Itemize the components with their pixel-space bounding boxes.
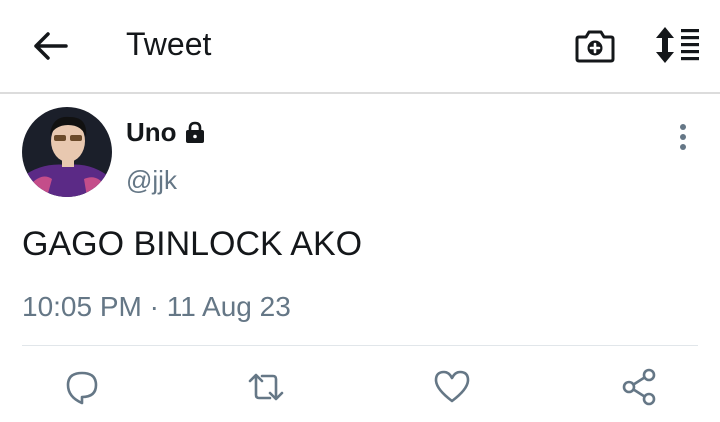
page-title: Tweet: [126, 26, 212, 62]
back-button[interactable]: [30, 26, 70, 66]
divider: [22, 345, 698, 346]
tweet-text: GAGO BINLOCK AKO: [22, 225, 363, 263]
like-icon: [434, 370, 470, 403]
more-options-button[interactable]: [672, 122, 694, 154]
camera-button[interactable]: [573, 24, 617, 68]
lock-icon: [185, 121, 204, 143]
retweet-button[interactable]: [246, 367, 286, 407]
author-name-row: Uno: [126, 115, 207, 149]
share-icon: [622, 368, 656, 406]
display-name[interactable]: Uno: [126, 115, 177, 149]
avatar[interactable]: [22, 107, 112, 197]
timestamp-separator: ·: [149, 291, 159, 322]
camera-add-icon: [575, 30, 615, 63]
arrow-left-icon: [34, 32, 68, 60]
app-bar: Tweet: [0, 0, 720, 94]
user-handle[interactable]: @jjk: [126, 163, 177, 197]
like-button[interactable]: [432, 367, 472, 407]
tweet-date: 11 Aug 23: [166, 291, 291, 322]
sort-button[interactable]: [655, 24, 701, 66]
sort-list-icon: [656, 27, 699, 63]
retweet-icon: [248, 373, 284, 401]
tweet-timestamp: 10:05 PM · 11 Aug 23: [22, 289, 291, 325]
tweet-time: 10:05 PM: [22, 291, 142, 322]
share-button[interactable]: [620, 367, 660, 407]
reply-icon: [66, 371, 98, 405]
more-vertical-icon: [680, 124, 686, 150]
reply-button[interactable]: [62, 367, 102, 407]
